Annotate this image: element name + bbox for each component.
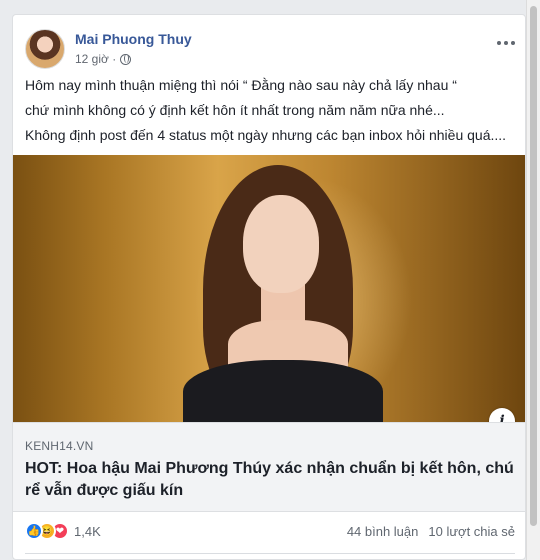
reactions-summary[interactable]: 👍 😆 ❤ 1,4K xyxy=(25,522,101,540)
post-text-line: chứ mình không có ý định kết hôn ít nhất… xyxy=(25,102,445,118)
divider xyxy=(25,553,515,554)
link-preview-caption[interactable]: KENH14.VN HOT: Hoa hậu Mai Phương Thúy x… xyxy=(13,422,525,512)
photo-subject-face xyxy=(243,195,319,293)
post-header: Mai Phuong Thuy 12 giờ · xyxy=(25,29,515,69)
post-meta: 12 giờ · xyxy=(75,52,132,66)
post-text-line: Không định post đến 4 status một ngày nh… xyxy=(25,127,507,143)
dot-icon xyxy=(497,41,501,45)
dot-icon xyxy=(511,41,515,45)
info-icon[interactable]: i xyxy=(489,408,515,422)
link-title[interactable]: HOT: Hoa hậu Mai Phương Thúy xác nhận ch… xyxy=(25,458,520,502)
comments-count[interactable]: 44 bình luận xyxy=(347,524,419,539)
more-options-button[interactable] xyxy=(497,39,515,47)
page-scrollbar[interactable] xyxy=(526,0,540,560)
feed-post: Mai Phuong Thuy 12 giờ · Hôm nay mình th… xyxy=(12,14,526,560)
link-preview-image[interactable]: i xyxy=(13,155,525,422)
post-timestamp[interactable]: 12 giờ · xyxy=(75,52,116,66)
engagement-counts: 44 bình luận 10 lượt chia sẻ xyxy=(347,524,515,539)
scrollbar-thumb[interactable] xyxy=(530,6,537,526)
reactions-count[interactable]: 1,4K xyxy=(74,524,101,539)
shares-count[interactable]: 10 lượt chia sẻ xyxy=(428,524,515,539)
globe-icon[interactable] xyxy=(120,53,132,65)
author-avatar[interactable] xyxy=(25,29,65,69)
like-icon: 👍 xyxy=(25,522,43,540)
dot-icon xyxy=(504,41,508,45)
author-name[interactable]: Mai Phuong Thuy xyxy=(75,31,192,47)
link-domain: KENH14.VN xyxy=(25,439,94,453)
post-stats: 👍 😆 ❤ 1,4K 44 bình luận 10 lượt chia sẻ xyxy=(25,512,515,550)
photo-subject-dress xyxy=(183,360,383,422)
post-text: Hôm nay mình thuận miệng thì nói “ Đằng … xyxy=(25,73,520,148)
post-text-line: Hôm nay mình thuận miệng thì nói “ Đằng … xyxy=(25,77,457,93)
